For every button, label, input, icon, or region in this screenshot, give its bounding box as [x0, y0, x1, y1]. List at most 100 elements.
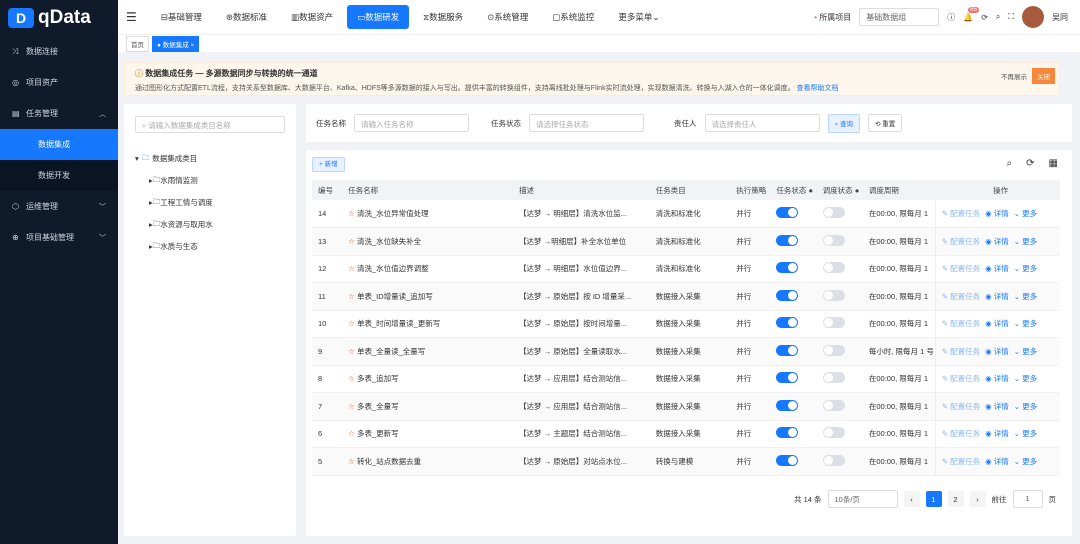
star-icon[interactable]: ☆: [348, 429, 357, 438]
configure-task-button[interactable]: ✎ 配置任务: [942, 264, 980, 273]
add-button[interactable]: + 新增: [312, 157, 345, 172]
details-button[interactable]: ◉ 详情: [985, 374, 1009, 383]
star-icon[interactable]: ☆: [348, 237, 357, 246]
page-2[interactable]: 2: [947, 491, 964, 507]
sidebar-item[interactable]: ⤨ 数据连接: [0, 36, 118, 67]
task-status-toggle[interactable]: [776, 372, 799, 384]
fullscreen-icon[interactable]: ⛶: [1008, 12, 1014, 22]
details-button[interactable]: ◉ 详情: [985, 292, 1009, 301]
configure-task-button[interactable]: ✎ 配置任务: [942, 209, 980, 218]
details-button[interactable]: ◉ 详情: [985, 457, 1009, 466]
configure-task-button[interactable]: ✎ 配置任务: [942, 374, 980, 383]
sidebar-subitem[interactable]: 数据开发: [0, 160, 118, 191]
project-select[interactable]: 基础数据组: [859, 8, 940, 26]
schedule-status-toggle[interactable]: [822, 399, 845, 411]
tree-node[interactable]: ▸ 🗀 水资源与取用水: [135, 213, 285, 235]
more-button[interactable]: ⌄ 更多: [1014, 457, 1037, 466]
configure-task-button[interactable]: ✎ 配置任务: [942, 457, 980, 466]
configure-task-button[interactable]: ✎ 配置任务: [942, 319, 980, 328]
schedule-status-toggle[interactable]: [822, 317, 845, 329]
help-icon[interactable]: ⓘ: [947, 12, 955, 23]
details-button[interactable]: ◉ 详情: [985, 264, 1009, 273]
star-icon[interactable]: ☆: [348, 402, 357, 411]
top-menu-item[interactable]: ⊛ 数据标准: [216, 5, 277, 29]
owner-select[interactable]: 请选择责任人: [704, 114, 820, 132]
task-status-toggle[interactable]: [776, 262, 799, 274]
configure-task-button[interactable]: ✎ 配置任务: [942, 292, 980, 301]
more-button[interactable]: ⌄ 更多: [1014, 237, 1037, 246]
more-button[interactable]: ⌄ 更多: [1014, 319, 1037, 328]
details-button[interactable]: ◉ 详情: [985, 402, 1009, 411]
menu-toggle-icon[interactable]: ☰: [126, 10, 137, 24]
task-name[interactable]: ☆ 多表_追加写: [342, 365, 514, 393]
top-menu-item[interactable]: ⊟ 基础管理: [151, 5, 212, 29]
task-status-select[interactable]: 请选择任务状态: [529, 114, 644, 132]
schedule-status-toggle[interactable]: [822, 234, 845, 246]
task-status-toggle[interactable]: [776, 207, 799, 218]
schedule-status-toggle[interactable]: [822, 372, 845, 384]
more-button[interactable]: ⌄ 更多: [1014, 347, 1037, 356]
task-name[interactable]: ☆ 清洗_水位缺失补全: [342, 227, 514, 256]
star-icon[interactable]: ☆: [348, 374, 357, 383]
tree-node[interactable]: ▸ 🗀 水雨情监测: [135, 169, 285, 191]
star-icon[interactable]: ☆: [348, 264, 357, 273]
close-button[interactable]: 关闭: [1032, 68, 1055, 84]
tree-node[interactable]: ▸ 🗀 工程工情与调度: [135, 191, 285, 213]
more-button[interactable]: ⌄ 更多: [1014, 264, 1037, 273]
configure-task-button[interactable]: ✎ 配置任务: [942, 237, 980, 246]
task-status-toggle[interactable]: [776, 344, 799, 356]
star-icon[interactable]: ☆: [348, 319, 357, 328]
star-icon[interactable]: ☆: [348, 347, 357, 356]
task-name[interactable]: ☆ 多表_全量写: [342, 392, 514, 421]
tab-home[interactable]: 首页: [126, 35, 149, 52]
star-icon[interactable]: ☆: [348, 209, 357, 218]
star-icon[interactable]: ☆: [348, 292, 357, 301]
task-name[interactable]: ☆ 清洗_水位异常值处理: [342, 200, 514, 228]
more-button[interactable]: ⌄ 更多: [1014, 374, 1037, 383]
task-status-toggle[interactable]: [776, 454, 799, 466]
schedule-status-toggle[interactable]: [822, 427, 845, 439]
task-name[interactable]: ☆ 多表_更新写: [342, 420, 514, 448]
more-button[interactable]: ⌄ 更多: [1014, 209, 1037, 218]
reset-button[interactable]: ⟲ 重置: [867, 114, 903, 132]
more-button[interactable]: ⌄ 更多: [1014, 429, 1037, 438]
tree-node[interactable]: ▸ 🗀 水质与生态: [135, 235, 285, 257]
configure-task-button[interactable]: ✎ 配置任务: [942, 402, 980, 411]
details-button[interactable]: ◉ 详情: [985, 209, 1009, 218]
page-size-select[interactable]: 10条/页: [827, 490, 898, 508]
search-icon[interactable]: ⌕: [996, 12, 1000, 22]
user-name[interactable]: 吴同: [1052, 12, 1068, 23]
avatar[interactable]: [1022, 6, 1044, 28]
help-doc-link[interactable]: 查看帮助文档: [797, 85, 839, 92]
sidebar-item[interactable]: ⊕ 项目基础管理 ﹀: [0, 222, 118, 253]
sidebar-item[interactable]: ▤ 任务管理 ︿: [0, 98, 118, 129]
more-button[interactable]: ⌄ 更多: [1014, 402, 1037, 411]
schedule-status-toggle[interactable]: [822, 454, 845, 466]
prev-page[interactable]: ‹: [903, 491, 920, 507]
details-button[interactable]: ◉ 详情: [985, 237, 1009, 246]
sidebar-item[interactable]: ◎ 项目资产: [0, 67, 118, 98]
no-more-button[interactable]: 不再展示: [1001, 71, 1027, 81]
top-menu-item[interactable]: ▢ 系统监控: [542, 5, 604, 29]
top-menu-item[interactable]: ▭ 数据研发: [347, 5, 410, 29]
task-name[interactable]: ☆ 清洗_水位值边界调整: [342, 255, 514, 283]
search-icon[interactable]: ⌕: [1007, 158, 1013, 169]
configure-task-button[interactable]: ✎ 配置任务: [942, 347, 980, 356]
schedule-status-toggle[interactable]: [822, 344, 845, 356]
configure-task-button[interactable]: ✎ 配置任务: [942, 429, 980, 438]
refresh-icon[interactable]: ⟳: [981, 13, 988, 22]
top-menu-item[interactable]: ▥ 数据资产: [281, 5, 343, 29]
tree-search-input[interactable]: ⌕ 请输入数据集成类目名称: [135, 116, 285, 133]
schedule-status-toggle[interactable]: [822, 207, 845, 218]
task-name-input[interactable]: 请输入任务名称: [354, 114, 469, 132]
refresh-icon[interactable]: ⟳: [1026, 158, 1034, 169]
task-name[interactable]: ☆ 单表_全量读_全量写: [342, 337, 514, 366]
bell-icon[interactable]: 🔔 65: [963, 6, 979, 22]
sidebar-item[interactable]: ⬡ 运维管理 ﹀: [0, 191, 118, 222]
task-status-toggle[interactable]: [776, 317, 799, 329]
details-button[interactable]: ◉ 详情: [985, 319, 1009, 328]
task-name[interactable]: ☆ 单表_时间增量读_更新写: [342, 310, 514, 338]
task-status-toggle[interactable]: [776, 427, 799, 439]
top-menu-item[interactable]: ⊙ 系统管理: [477, 5, 538, 29]
details-button[interactable]: ◉ 详情: [985, 429, 1009, 438]
